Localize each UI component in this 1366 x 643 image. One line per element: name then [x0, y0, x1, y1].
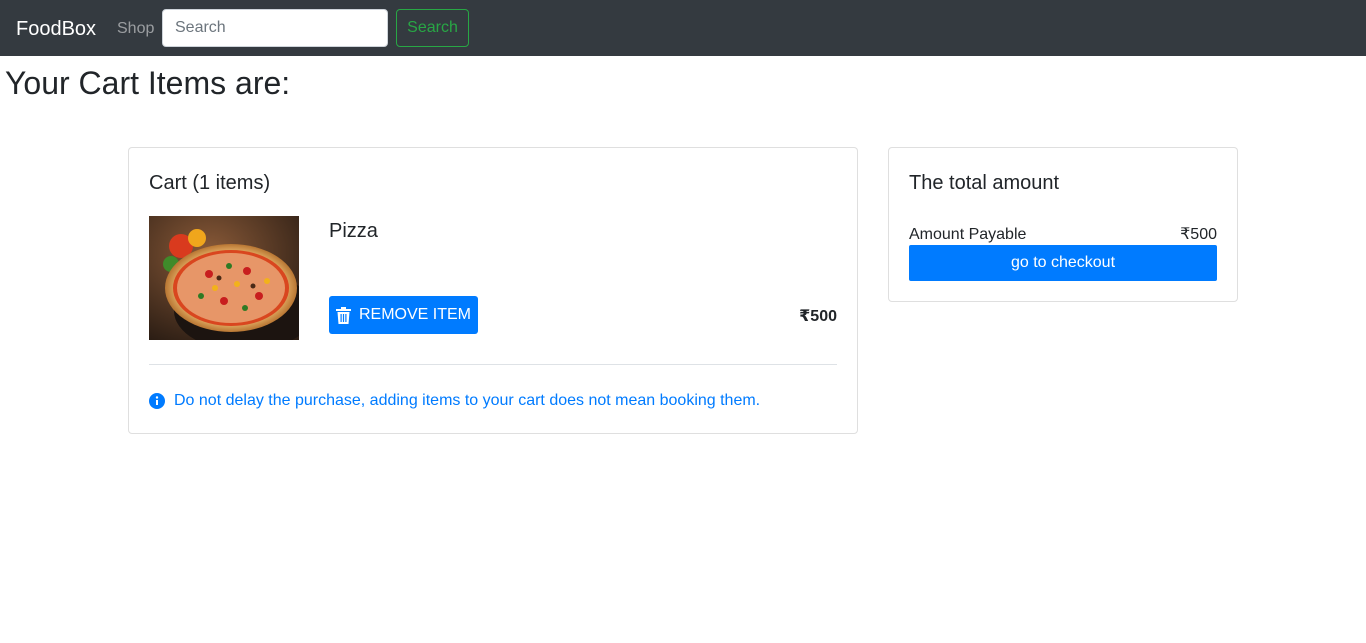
- checkout-button[interactable]: go to checkout: [909, 245, 1217, 281]
- divider: [149, 364, 837, 365]
- cart-title: Cart (1 items): [149, 172, 271, 194]
- search-input[interactable]: [162, 9, 388, 47]
- trash-icon: [335, 306, 351, 324]
- search-button[interactable]: Search: [396, 9, 469, 47]
- cart-notice: Do not delay the purchase, adding items …: [149, 391, 760, 411]
- navbar: FoodBox Shop Search: [0, 0, 1366, 56]
- remove-item-label: REMOVE ITEM: [358, 306, 471, 323]
- brand-link[interactable]: FoodBox: [16, 17, 96, 41]
- amount-payable-value: ₹500: [1180, 226, 1217, 243]
- cart-item-price: ₹500: [799, 308, 837, 325]
- pizza-illustration: [149, 216, 299, 340]
- pizza-image: [149, 216, 299, 340]
- cart-item-name: Pizza: [329, 220, 378, 242]
- info-icon: [149, 393, 165, 409]
- amount-payable-row: Amount Payable ₹500: [909, 225, 1217, 245]
- nav-link-shop[interactable]: Shop: [117, 19, 154, 39]
- cart-card: Cart (1 items) Pizza REMOVE ITEM ₹500 Do…: [128, 147, 858, 434]
- total-title: The total amount: [909, 172, 1060, 194]
- total-card: The total amount Amount Payable ₹500 go …: [888, 147, 1238, 302]
- cart-notice-text: Do not delay the purchase, adding items …: [174, 392, 761, 409]
- remove-item-button[interactable]: REMOVE ITEM: [329, 296, 478, 334]
- page-title: Your Cart Items are:: [5, 65, 291, 101]
- amount-payable-label: Amount Payable: [909, 226, 1027, 243]
